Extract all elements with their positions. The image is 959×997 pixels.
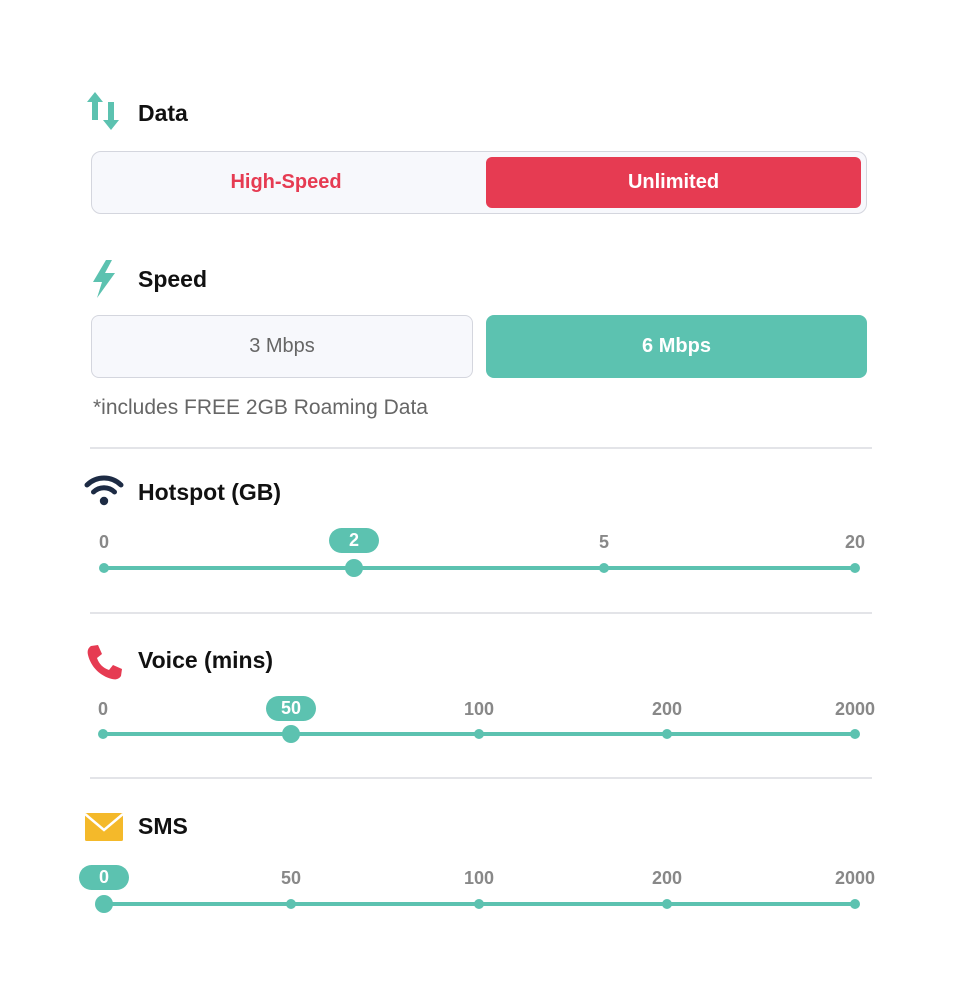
hotspot-tick-20: 20 [844,532,866,552]
data-section-title: Data [138,100,188,126]
phone-icon [86,643,124,681]
divider [90,777,872,779]
hotspot-value-bubble: 2 [329,528,379,553]
voice-stop-200[interactable] [662,729,672,739]
data-segmented-control: High-Speed Unlimited [91,151,867,214]
voice-stop-100[interactable] [474,729,484,739]
sms-stop-2000[interactable] [850,899,860,909]
roaming-note: *includes FREE 2GB Roaming Data [93,396,428,419]
sms-tick-50: 50 [280,868,302,888]
hotspot-section-title: Hotspot (GB) [138,479,282,505]
hotspot-stop-20[interactable] [850,563,860,573]
speed-section-title: Speed [138,266,208,292]
hotspot-tick-5: 5 [598,532,610,552]
speed-option-3mbps[interactable]: 3 Mbps [91,315,473,378]
sms-tick-100: 100 [463,868,495,888]
envelope-icon [84,812,124,842]
voice-section-title: Voice (mins) [138,647,274,673]
lightning-bolt-icon [88,259,120,299]
wifi-icon [84,474,124,506]
sms-value-bubble: 0 [79,865,129,890]
data-option-unlimited[interactable]: Unlimited [486,157,861,208]
voice-tick-100: 100 [463,699,495,719]
up-down-arrows-icon [85,90,125,132]
hotspot-tick-0: 0 [98,532,110,552]
voice-tick-0: 0 [97,699,109,719]
sms-tick-200: 200 [651,868,683,888]
sms-slider-thumb[interactable] [95,895,113,913]
voice-tick-200: 200 [651,699,683,719]
hotspot-stop-0[interactable] [99,563,109,573]
sms-section-title: SMS [138,813,188,839]
voice-tick-2000: 2000 [834,699,876,719]
divider [90,612,872,614]
sms-stop-50[interactable] [286,899,296,909]
divider [90,447,872,449]
sms-tick-2000: 2000 [834,868,876,888]
voice-stop-0[interactable] [98,729,108,739]
sms-stop-200[interactable] [662,899,672,909]
data-option-high-speed[interactable]: High-Speed [94,157,478,208]
speed-option-6mbps[interactable]: 6 Mbps [486,315,867,378]
sms-stop-100[interactable] [474,899,484,909]
voice-slider-thumb[interactable] [282,725,300,743]
hotspot-track[interactable] [104,566,855,570]
hotspot-stop-5[interactable] [599,563,609,573]
voice-stop-2000[interactable] [850,729,860,739]
hotspot-slider-thumb[interactable] [345,559,363,577]
voice-value-bubble: 50 [266,696,316,721]
